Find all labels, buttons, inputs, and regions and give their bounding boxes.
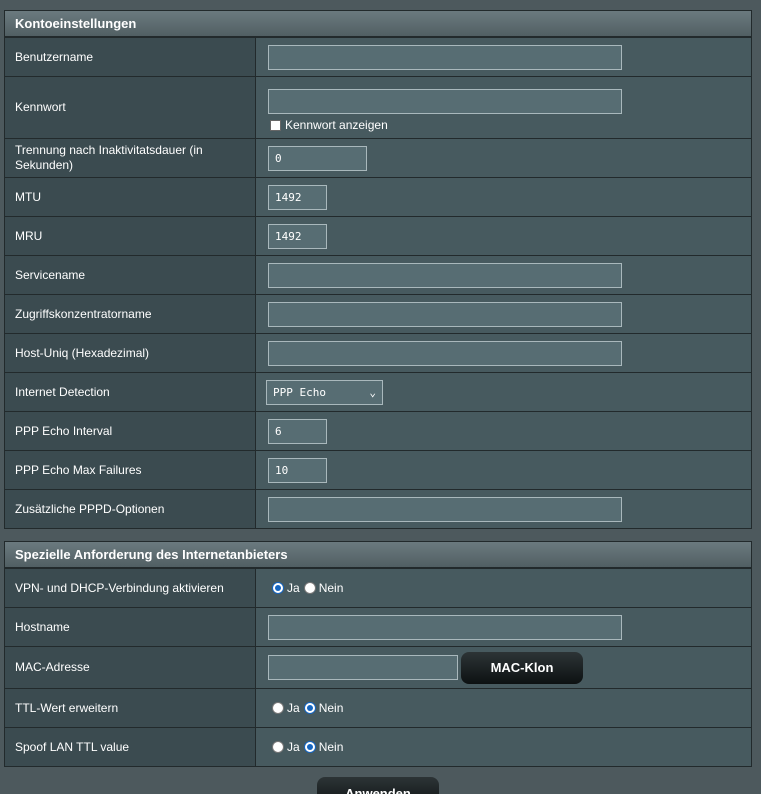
vpn-dhcp-label: VPN- und DHCP-Verbindung aktivieren bbox=[5, 569, 256, 607]
echo-failures-label: PPP Echo Max Failures bbox=[5, 451, 256, 489]
echo-interval-row: PPP Echo Interval bbox=[5, 411, 751, 450]
mac-address-row: MAC-Adresse MAC-Klon bbox=[5, 646, 751, 688]
idle-timeout-row: Trennung nach Inaktivitatsdauer (in Seku… bbox=[5, 138, 751, 177]
ttl-yes-label: Ja bbox=[287, 701, 300, 715]
show-password-checkbox[interactable] bbox=[270, 119, 281, 131]
username-label: Benutzername bbox=[5, 38, 256, 76]
account-settings-section: Kontoeinstellungen Benutzername Kennwort… bbox=[4, 10, 752, 529]
vpn-dhcp-no-label: Nein bbox=[318, 581, 344, 595]
host-uniq-row: Host-Uniq (Hexadezimal) bbox=[5, 333, 751, 372]
echo-failures-row: PPP Echo Max Failures bbox=[5, 450, 751, 489]
password-input[interactable] bbox=[268, 89, 622, 114]
mac-clone-button[interactable]: MAC-Klon bbox=[461, 651, 583, 684]
pppd-options-input[interactable] bbox=[268, 496, 622, 522]
wan-settings-page: Kontoeinstellungen Benutzername Kennwort… bbox=[0, 0, 761, 794]
ac-name-input[interactable] bbox=[268, 301, 622, 327]
service-name-row: Servicename bbox=[5, 255, 751, 294]
spoof-ttl-no-radio[interactable] bbox=[303, 741, 316, 753]
idle-timeout-input[interactable] bbox=[268, 145, 367, 171]
mtu-label: MTU bbox=[5, 178, 256, 216]
host-uniq-label: Host-Uniq (Hexadezimal) bbox=[5, 334, 256, 372]
mac-address-label: MAC-Adresse bbox=[5, 647, 256, 688]
hostname-input[interactable] bbox=[268, 614, 622, 640]
apply-button[interactable]: Anwenden bbox=[317, 777, 439, 794]
mtu-row: MTU bbox=[5, 177, 751, 216]
mtu-input[interactable] bbox=[268, 184, 327, 210]
service-name-label: Servicename bbox=[5, 256, 256, 294]
mru-input[interactable] bbox=[268, 223, 327, 249]
vpn-dhcp-no-radio[interactable] bbox=[303, 582, 316, 594]
username-input[interactable] bbox=[268, 44, 622, 70]
vpn-dhcp-yes-label: Ja bbox=[287, 581, 300, 595]
ac-name-label: Zugriffskonzentratorname bbox=[5, 295, 256, 333]
ttl-yes-radio[interactable] bbox=[272, 702, 284, 714]
spoof-ttl-row: Spoof LAN TTL value Ja Nein bbox=[5, 727, 751, 766]
ttl-no-label: Nein bbox=[318, 701, 344, 715]
pppd-options-label: Zusätzliche PPPD-Optionen bbox=[5, 490, 256, 528]
ttl-no-radio[interactable] bbox=[303, 702, 316, 714]
spoof-ttl-label: Spoof LAN TTL value bbox=[5, 728, 256, 766]
spoof-ttl-no-label: Nein bbox=[318, 740, 344, 754]
isp-requirements-section: Spezielle Anforderung des Internetanbiet… bbox=[4, 541, 752, 767]
host-uniq-input[interactable] bbox=[268, 340, 622, 366]
spoof-ttl-yes-radio[interactable] bbox=[272, 741, 284, 753]
internet-detection-label: Internet Detection bbox=[5, 373, 256, 411]
ac-name-row: Zugriffskonzentratorname bbox=[5, 294, 751, 333]
vpn-dhcp-yes-radio[interactable] bbox=[272, 582, 284, 594]
password-row: Kennwort Kennwort anzeigen bbox=[5, 76, 751, 138]
username-row: Benutzername bbox=[5, 37, 751, 76]
echo-interval-label: PPP Echo Interval bbox=[5, 412, 256, 450]
mru-label: MRU bbox=[5, 217, 256, 255]
internet-detection-select[interactable]: PPP Echo ⌄ bbox=[266, 379, 383, 405]
echo-interval-input[interactable] bbox=[268, 418, 327, 444]
hostname-row: Hostname bbox=[5, 607, 751, 646]
idle-timeout-label: Trennung nach Inaktivitatsdauer (in Seku… bbox=[5, 139, 256, 177]
ttl-row: TTL-Wert erweitern Ja Nein bbox=[5, 688, 751, 727]
pppd-options-row: Zusätzliche PPPD-Optionen bbox=[5, 489, 751, 528]
password-label: Kennwort bbox=[5, 77, 256, 138]
service-name-input[interactable] bbox=[268, 262, 622, 288]
internet-detection-value: PPP Echo bbox=[273, 385, 326, 399]
mac-address-input[interactable] bbox=[268, 655, 458, 680]
show-password-label: Kennwort anzeigen bbox=[285, 118, 388, 132]
chevron-down-icon: ⌄ bbox=[369, 385, 376, 399]
hostname-label: Hostname bbox=[5, 608, 256, 646]
isp-requirements-header: Spezielle Anforderung des Internetanbiet… bbox=[5, 542, 751, 568]
ttl-label: TTL-Wert erweitern bbox=[5, 689, 256, 727]
account-settings-header: Kontoeinstellungen bbox=[5, 11, 751, 37]
vpn-dhcp-row: VPN- und DHCP-Verbindung aktivieren Ja N… bbox=[5, 568, 751, 607]
echo-failures-input[interactable] bbox=[268, 457, 327, 483]
spoof-ttl-yes-label: Ja bbox=[287, 740, 300, 754]
internet-detection-row: Internet Detection PPP Echo ⌄ bbox=[5, 372, 751, 411]
mru-row: MRU bbox=[5, 216, 751, 255]
